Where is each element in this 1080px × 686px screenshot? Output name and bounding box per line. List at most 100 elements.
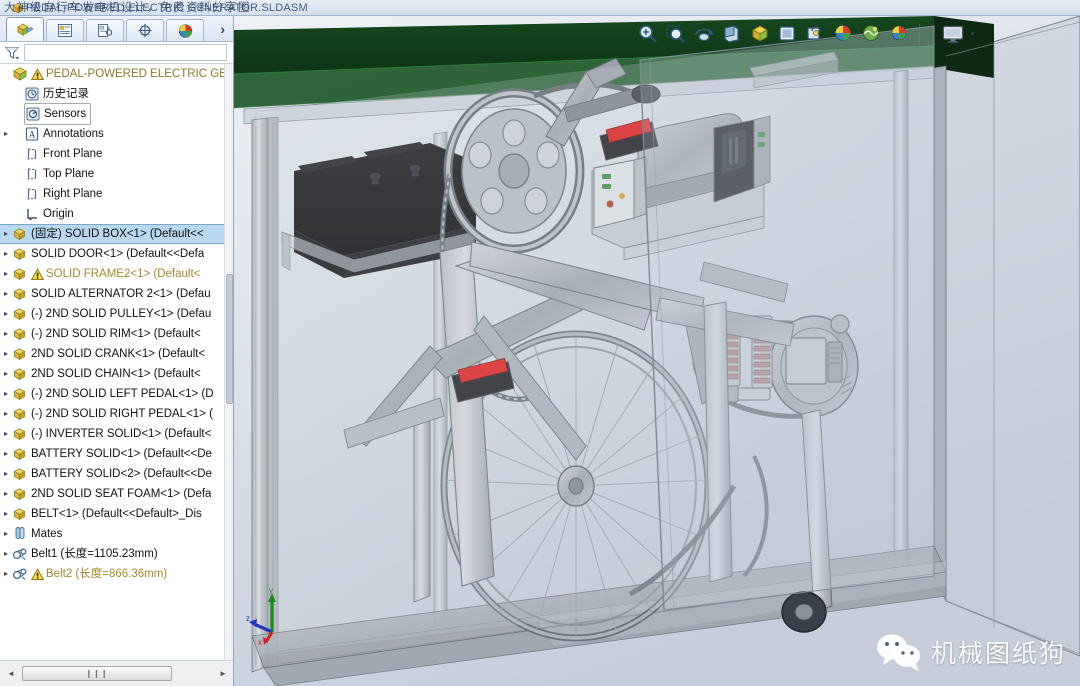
- tree-item-content: BELT<1> (Default<<Default>_Dis: [12, 504, 202, 524]
- expand-arrow-icon[interactable]: ▸: [0, 324, 12, 344]
- tree-item-content: (固定) SOLID BOX<1> (Default<<: [12, 224, 204, 244]
- expand-arrow-icon[interactable]: ▸: [0, 544, 12, 564]
- edit-appearance-button[interactable]: [833, 23, 855, 45]
- expand-arrow-icon[interactable]: ▸: [0, 124, 12, 144]
- tree-item[interactable]: ▸ BATTERY SOLID<1> (Default<<De: [0, 444, 233, 464]
- expand-arrow-icon[interactable]: ▸: [0, 384, 12, 404]
- zoom-area-icon: [666, 25, 685, 43]
- tree-vertical-scrollbar[interactable]: [224, 64, 233, 676]
- apply-scene-button[interactable]: [861, 23, 883, 45]
- tree-item[interactable]: Origin: [0, 204, 233, 224]
- tab-feature-manager[interactable]: [6, 17, 44, 41]
- tree-item[interactable]: ▸ (-) INVERTER SOLID<1> (Default<: [0, 424, 233, 444]
- origin-icon: [27, 209, 37, 221]
- expand-arrow-icon[interactable]: ▸: [0, 484, 12, 504]
- scroll-right-button[interactable]: ►: [215, 666, 231, 682]
- tree-item[interactable]: ▸ Belt1 (长度=1105.23mm): [0, 544, 233, 564]
- expand-arrow-icon[interactable]: ▸: [0, 444, 12, 464]
- tree-item[interactable]: ▸ BELT<1> (Default<<Default>_Dis: [0, 504, 233, 524]
- tree-item[interactable]: ▸ A Annotations: [0, 124, 233, 144]
- expand-arrow-icon[interactable]: ▸: [0, 424, 12, 444]
- filter-funnel-icon[interactable]: [4, 45, 20, 61]
- tree-item[interactable]: PEDAL-POWERED ELECTRIC GENE: [0, 64, 233, 84]
- manager-tab-strip: ›: [0, 16, 233, 42]
- section-view-button[interactable]: [721, 23, 743, 45]
- tree-item[interactable]: ▸ BATTERY SOLID<2> (Default<<De: [0, 464, 233, 484]
- expand-arrow-icon[interactable]: ▸: [0, 564, 12, 584]
- tree-item[interactable]: ▸ SOLID FRAME2<1> (Default<: [0, 264, 233, 284]
- plane-icon: [27, 148, 37, 160]
- annotations-icon: A: [25, 127, 39, 141]
- expand-arrow-icon[interactable]: ▸: [0, 504, 12, 524]
- tree-item-icon: [12, 306, 28, 322]
- tree-item[interactable]: ▸ Belt2 (长度=866.36mm): [0, 564, 233, 584]
- tree-item[interactable]: Sensors: [0, 103, 233, 125]
- zoom-to-area-button[interactable]: [665, 23, 687, 45]
- tree-horizontal-scroll-thumb[interactable]: ❙❙❙: [22, 666, 172, 681]
- expand-arrow-icon[interactable]: ▸: [0, 524, 12, 544]
- graphics-area[interactable]: y z x 机械图纸狗: [234, 16, 1080, 686]
- expand-arrow-icon[interactable]: ▸: [0, 464, 12, 484]
- hide-show-items-button[interactable]: [805, 23, 827, 45]
- tree-item[interactable]: Top Plane: [0, 164, 233, 184]
- tab-dimxpert-manager[interactable]: [126, 19, 164, 41]
- component-icon: [13, 368, 26, 380]
- display-style-dropdown[interactable]: ▾: [941, 24, 975, 44]
- tree-item[interactable]: ▸ 2ND SOLID CHAIN<1> (Default<: [0, 364, 233, 384]
- tab-display-manager[interactable]: [166, 19, 204, 41]
- tree-item[interactable]: 历史记录: [0, 84, 233, 104]
- tree-item-icon: [24, 146, 40, 162]
- tree-filter-input[interactable]: [24, 44, 227, 61]
- tree-item-label: 2ND SOLID CRANK<1> (Default<: [31, 348, 206, 360]
- tree-item-icon: [12, 246, 28, 262]
- window-title-overlay: 大神级自行车发电机设计，免费资料分享图: [4, 2, 251, 14]
- coordinate-triad: y z x: [246, 588, 276, 646]
- view-toolbar-buttons: [634, 23, 914, 45]
- view-orientation-button[interactable]: [749, 23, 771, 45]
- expand-arrow-icon[interactable]: ▸: [0, 364, 12, 384]
- scene-icon: [863, 25, 879, 41]
- expand-arrow-icon[interactable]: ▸: [0, 404, 12, 424]
- appearance-sphere-icon: [835, 25, 851, 41]
- warning-icon: [30, 67, 45, 80]
- tree-item[interactable]: ▸ (-) 2ND SOLID LEFT PEDAL<1> (D: [0, 384, 233, 404]
- tree-item[interactable]: ▸ (-) 2ND SOLID RIGHT PEDAL<1> (: [0, 404, 233, 424]
- tree-item-label: (固定) SOLID BOX<1> (Default<<: [31, 228, 204, 240]
- expand-arrow-icon[interactable]: ▸: [0, 264, 12, 284]
- component-icon: [13, 428, 26, 440]
- expand-arrow-icon[interactable]: ▸: [0, 344, 12, 364]
- tree-item[interactable]: Front Plane: [0, 144, 233, 164]
- 3d-model-view[interactable]: [234, 16, 1080, 686]
- component-icon: [13, 308, 26, 320]
- tree-item[interactable]: ▸ Mates: [0, 524, 233, 544]
- expand-arrow-icon[interactable]: ▸: [0, 224, 12, 244]
- tree-item[interactable]: ▸ 2ND SOLID SEAT FOAM<1> (Defa: [0, 484, 233, 504]
- tree-item[interactable]: ▸ (固定) SOLID BOX<1> (Default<<: [0, 224, 233, 244]
- tree-item[interactable]: ▸ (-) 2ND SOLID RIM<1> (Default<: [0, 324, 233, 344]
- view-settings-button[interactable]: [889, 23, 911, 45]
- tree-item[interactable]: ▸ 2ND SOLID CRANK<1> (Default<: [0, 344, 233, 364]
- rotate-view-button[interactable]: [693, 23, 715, 45]
- tree-item[interactable]: ▸ SOLID ALTERNATOR 2<1> (Defau: [0, 284, 233, 304]
- feature-tree[interactable]: PEDAL-POWERED ELECTRIC GENE 历史记录 Sensors ▸ A…: [0, 64, 233, 676]
- tree-item[interactable]: ▸ (-) 2ND SOLID PULLEY<1> (Defau: [0, 304, 233, 324]
- display-style-button[interactable]: [777, 23, 799, 45]
- tree-item-icon: [24, 206, 40, 222]
- tab-configuration-manager[interactable]: [86, 19, 124, 41]
- expand-arrow-icon[interactable]: ▸: [0, 304, 12, 324]
- component-icon: [13, 228, 26, 240]
- tree-item-label: Top Plane: [43, 168, 95, 180]
- tree-item-content: PEDAL-POWERED ELECTRIC GENE: [12, 64, 233, 84]
- rotate-view-icon: [695, 28, 714, 42]
- tree-item[interactable]: Right Plane: [0, 184, 233, 204]
- tree-vertical-scroll-thumb[interactable]: [226, 274, 233, 404]
- expand-panel-button[interactable]: ›: [220, 21, 225, 37]
- tree-horizontal-scrollbar[interactable]: ◄ ❙❙❙ ►: [0, 660, 233, 686]
- expand-arrow-icon[interactable]: ▸: [0, 244, 12, 264]
- tree-item[interactable]: ▸ SOLID DOOR<1> (Default<<Defa: [0, 244, 233, 264]
- tree-item-icon: [12, 366, 28, 382]
- zoom-to-fit-button[interactable]: [637, 23, 659, 45]
- scroll-left-button[interactable]: ◄: [3, 666, 19, 682]
- expand-arrow-icon[interactable]: ▸: [0, 284, 12, 304]
- tab-property-manager[interactable]: [46, 19, 84, 41]
